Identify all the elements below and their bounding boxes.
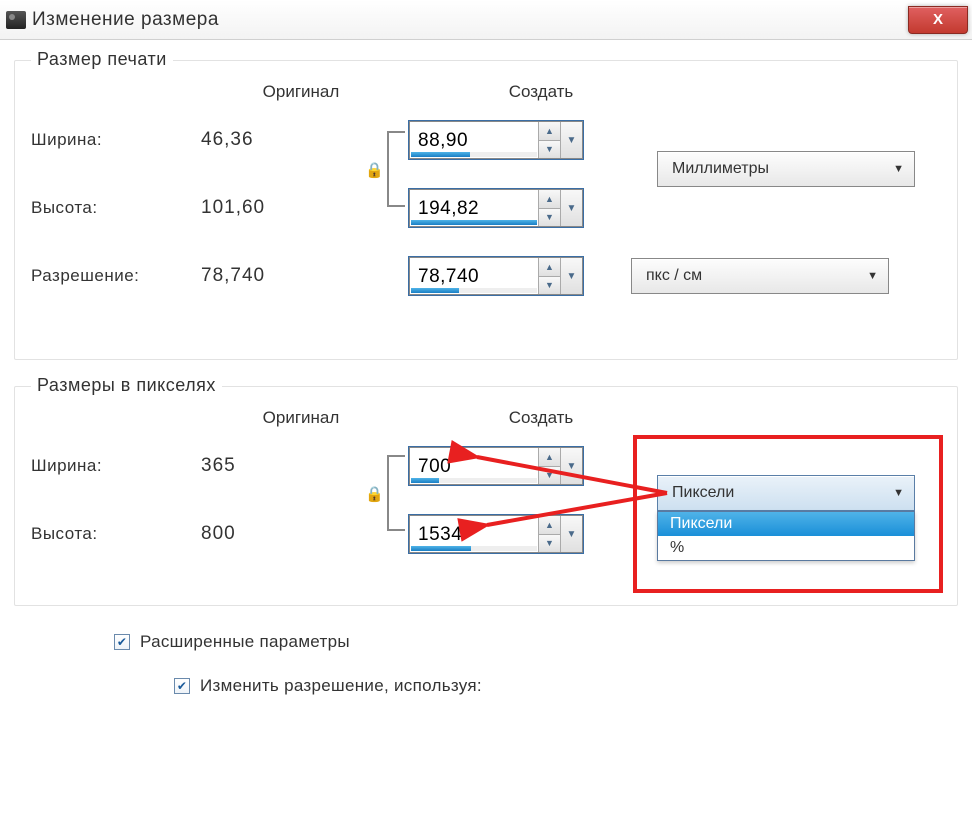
px-height-spin-dropdown[interactable]: ▼ [560, 516, 582, 552]
px-height-spin-up[interactable]: ▲ [539, 516, 560, 535]
group-print-size: Размер печати Оригинал Создать 🔒 Ширина:… [14, 60, 958, 360]
px-width-spinner[interactable]: ▲ ▼ ▼ [409, 447, 583, 485]
width-spinner[interactable]: ▲ ▼ ▼ [409, 121, 583, 159]
col-header-original: Оригинал [181, 82, 421, 102]
app-icon [6, 11, 26, 29]
advanced-params-checkbox-row: ✔ Расширенные параметры [114, 632, 958, 652]
advanced-params-checkbox[interactable]: ✔ [114, 634, 130, 650]
px-height-original-value: 800 [201, 523, 381, 545]
resolution-unit-value: пкс / см [646, 267, 702, 285]
change-resolution-checkbox[interactable]: ✔ [174, 678, 190, 694]
print-unit-value: Миллиметры [672, 160, 769, 178]
pixel-unit-dropdown-list[interactable]: Пиксели % [657, 511, 915, 561]
lock-icon-px: 🔒 [365, 485, 384, 503]
height-spin-dropdown[interactable]: ▼ [560, 190, 582, 226]
pixel-unit-value: Пиксели [672, 484, 734, 502]
titlebar: Изменение размера X [0, 0, 972, 40]
pixel-unit-option-pixels[interactable]: Пиксели [658, 512, 914, 536]
advanced-params-label: Расширенные параметры [140, 632, 350, 652]
pixel-unit-option-percent[interactable]: % [658, 536, 914, 560]
resolution-spinner[interactable]: ▲ ▼ ▼ [409, 257, 583, 295]
resolution-label: Разрешение: [31, 266, 201, 286]
px-width-spin-down[interactable]: ▼ [539, 467, 560, 485]
resolution-spin-up[interactable]: ▲ [539, 258, 560, 277]
height-label: Высота: [31, 198, 201, 218]
height-spin-down[interactable]: ▼ [539, 209, 560, 227]
group-title-pixels: Размеры в пикселях [31, 375, 222, 396]
px-width-label: Ширина: [31, 456, 201, 476]
resolution-unit-combo[interactable]: пкс / см ▼ [631, 258, 889, 294]
px-width-original-value: 365 [201, 455, 381, 477]
chevron-down-icon: ▼ [867, 270, 878, 282]
window-title: Изменение размера [32, 9, 219, 31]
col-header-create-px: Создать [421, 408, 661, 428]
change-resolution-label: Изменить разрешение, используя: [200, 676, 482, 696]
close-icon: X [933, 11, 943, 28]
width-original-value: 46,36 [201, 129, 381, 151]
col-header-create: Создать [421, 82, 661, 102]
height-spinner[interactable]: ▲ ▼ ▼ [409, 189, 583, 227]
col-header-original-px: Оригинал [181, 408, 421, 428]
px-height-label: Высота: [31, 524, 201, 544]
close-button[interactable]: X [908, 6, 968, 34]
width-spin-up[interactable]: ▲ [539, 122, 560, 141]
resolution-spin-dropdown[interactable]: ▼ [560, 258, 582, 294]
px-width-spin-dropdown[interactable]: ▼ [560, 448, 582, 484]
pixel-unit-combo[interactable]: Пиксели ▼ [657, 475, 915, 511]
chevron-down-icon: ▼ [893, 487, 904, 499]
px-width-spin-up[interactable]: ▲ [539, 448, 560, 467]
px-height-spin-down[interactable]: ▼ [539, 535, 560, 553]
change-resolution-checkbox-row: ✔ Изменить разрешение, используя: [174, 676, 958, 696]
width-spin-dropdown[interactable]: ▼ [560, 122, 582, 158]
lock-icon: 🔒 [365, 161, 384, 179]
width-spin-down[interactable]: ▼ [539, 141, 560, 159]
group-title-print: Размер печати [31, 49, 173, 70]
px-height-spinner[interactable]: ▲ ▼ ▼ [409, 515, 583, 553]
resolution-original-value: 78,740 [201, 265, 381, 287]
height-spin-up[interactable]: ▲ [539, 190, 560, 209]
width-label: Ширина: [31, 130, 201, 150]
chevron-down-icon: ▼ [893, 163, 904, 175]
resolution-spin-down[interactable]: ▼ [539, 277, 560, 295]
group-pixel-size: Размеры в пикселях Оригинал Создать 🔒 Ши… [14, 386, 958, 606]
print-unit-combo[interactable]: Миллиметры ▼ [657, 151, 915, 187]
height-original-value: 101,60 [201, 197, 381, 219]
